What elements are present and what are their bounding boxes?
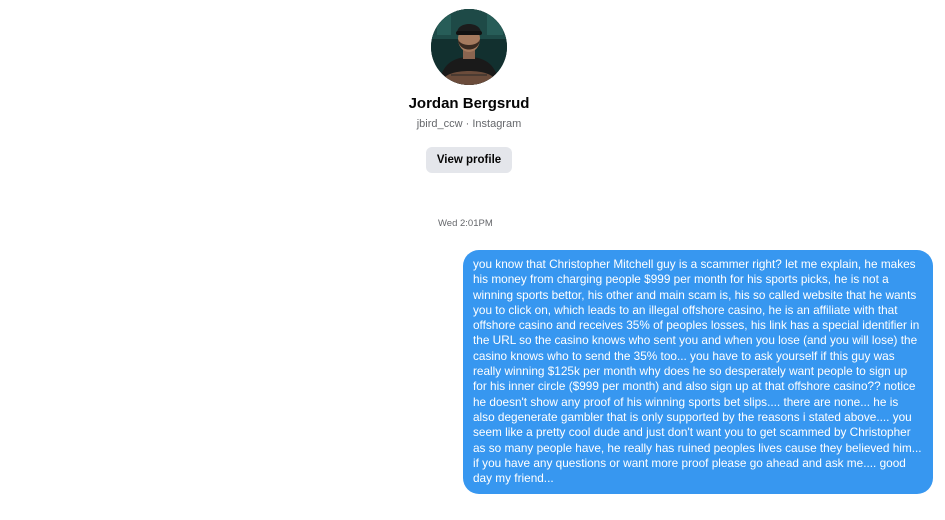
avatar-image [431, 9, 507, 85]
outgoing-message-bubble[interactable]: you know that Christopher Mitchell guy i… [463, 250, 933, 495]
profile-subtitle: jbird_ccw · Instagram [416, 118, 522, 130]
message-thread: Jordan Bergsrud jbird_ccw · Instagram Vi… [0, 0, 945, 520]
profile-name: Jordan Bergsrud [408, 95, 530, 112]
view-profile-button[interactable]: View profile [426, 147, 512, 173]
avatar[interactable] [431, 9, 507, 85]
message-timestamp: Wed 2:01PM [438, 218, 493, 229]
